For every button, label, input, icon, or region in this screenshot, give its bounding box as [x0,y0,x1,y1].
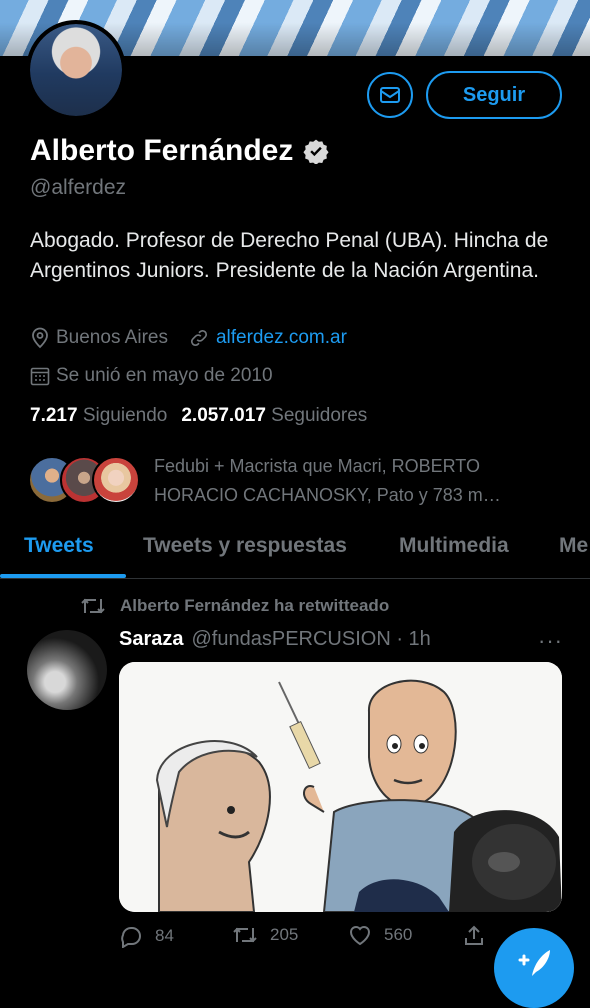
tweet-author-avatar[interactable] [27,630,107,710]
profile-location: Buenos Aires [56,327,168,348]
like-button[interactable]: 560 [348,924,412,946]
retweet-button[interactable]: 205 [232,924,298,946]
profile-name: Alberto Fernández [30,134,294,167]
reply-count: 84 [155,926,174,945]
following-label: Siguiendo [82,405,168,426]
tweet-author-name[interactable]: Saraza [119,628,184,651]
heart-icon [349,926,371,946]
following-stat[interactable]: 7.217 Siguiendo [30,405,167,427]
reply-button[interactable]: 84 [119,924,174,948]
more-options-icon[interactable]: ··· [538,628,563,654]
known-followers[interactable]: Fedubi + Macrista que Macri, ROBERTO HOR… [28,452,554,510]
profile-handle: @alferdez [30,176,127,199]
cartoon-illustration [119,662,562,912]
share-icon [465,925,483,945]
tab-likes[interactable]: Me [559,534,588,558]
reply-icon [121,926,141,948]
verified-badge-icon [303,139,329,164]
like-count: 560 [384,925,413,944]
tweet-author-handle-time: @fundasPERCUSION · 1h [191,628,431,650]
retweet-context-text: Alberto Fernández ha retwitteado [120,596,390,615]
calendar-icon [30,367,50,386]
link-icon [190,329,208,347]
profile-stats: 7.217 Siguiendo 2.057.017 Seguidores [30,405,367,427]
followers-count: 2.057.017 [181,405,266,426]
profile-joined-row: Se unió en mayo de 2010 [30,365,273,387]
followers-stat[interactable]: 2.057.017 Seguidores [181,405,367,427]
tab-tweets-and-replies[interactable]: Tweets y respuestas [143,534,347,558]
following-count: 7.217 [30,405,78,426]
known-followers-text: Fedubi + Macrista que Macri, ROBERTO HOR… [154,456,501,505]
retweet-count: 205 [270,925,299,944]
active-tab-indicator [0,574,126,578]
location-icon [32,327,48,349]
tweet-header: Saraza @fundasPERCUSION · 1h [119,628,431,651]
retweet-context: Alberto Fernández ha retwitteado [80,596,389,616]
tab-media[interactable]: Multimedia [399,534,509,558]
profile-name-row: Alberto Fernández [30,134,329,168]
compose-tweet-button[interactable] [494,928,574,1008]
known-followers-avatars [28,452,144,508]
profile-meta-row: Buenos Aires alferdez.com.ar [30,327,347,349]
profile-avatar[interactable] [26,20,126,120]
tab-tweets[interactable]: Tweets [24,534,94,558]
followers-label: Seguidores [271,405,368,426]
retweet-icon [233,927,257,943]
follow-button[interactable]: Seguir [426,71,562,119]
profile-bio: Abogado. Profesor de Derecho Penal (UBA)… [30,229,549,282]
message-button[interactable] [367,72,413,118]
profile-tabs: Tweets Tweets y respuestas Multimedia Me [0,520,590,579]
profile-joined-date: Se unió en mayo de 2010 [56,365,273,386]
share-button[interactable] [462,924,486,948]
tweet-media-image[interactable] [119,662,562,912]
follower-avatar [92,456,140,504]
profile-website-link[interactable]: alferdez.com.ar [216,327,347,349]
compose-feather-icon [518,950,550,976]
tweet-actions: 84 205 560 [119,924,499,952]
retweet-icon [81,598,105,614]
mail-icon [380,87,400,103]
